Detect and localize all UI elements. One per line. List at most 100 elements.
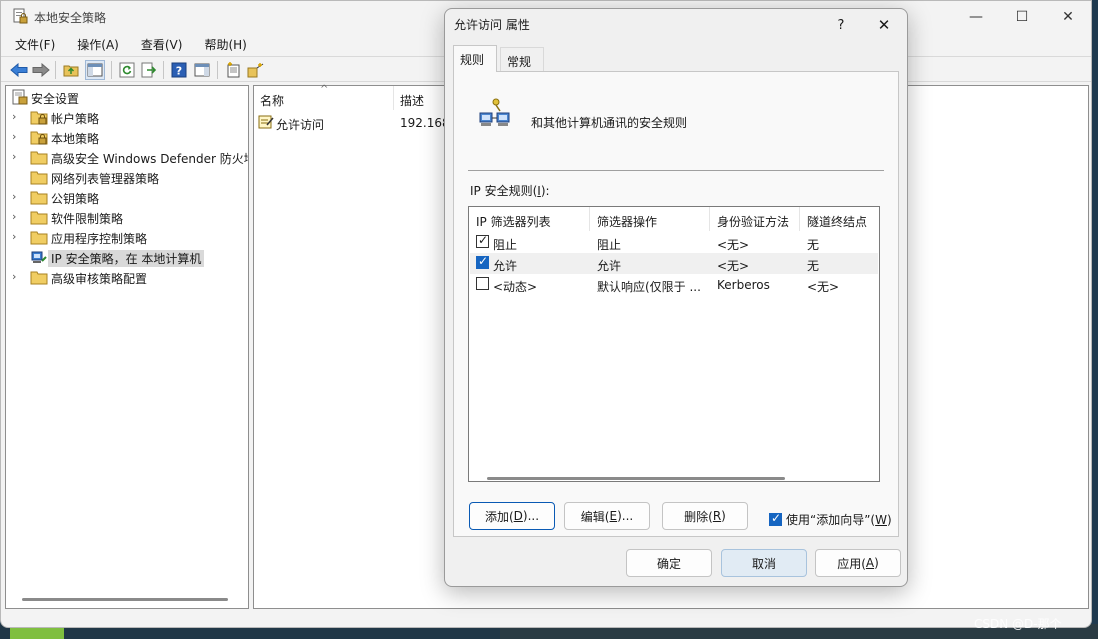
column-header-tunnel-endpoint[interactable]: 隧道终结点 (800, 207, 880, 231)
folder-icon (30, 191, 48, 205)
ip-policy-icon (258, 115, 274, 129)
ip-security-rules-list[interactable]: IP 筛选器列表 筛选器操作 身份验证方法 隧道终结点 阻止阻止<无>无允许允许… (468, 206, 880, 482)
back-arrow-icon (10, 63, 28, 77)
folder-icon (30, 171, 48, 185)
chevron-right-icon[interactable]: › (12, 231, 22, 243)
ok-button[interactable]: 确定 (626, 549, 712, 577)
menu-action[interactable]: 操作(A) (63, 33, 127, 55)
rule-row[interactable]: 允许 允许 <无> 无 (470, 253, 878, 274)
forward-arrow-icon (32, 63, 50, 77)
column-header-filter-action[interactable]: 筛选器操作 (590, 207, 710, 231)
rule-checkbox[interactable] (476, 254, 489, 269)
tree-item[interactable]: › 公钥策略 (6, 187, 248, 207)
rule-cell-filter-list: 允许 (493, 259, 518, 273)
toolbar-separator (55, 61, 56, 79)
maximize-button[interactable]: ☐ (999, 1, 1045, 32)
back-button[interactable] (9, 60, 29, 80)
tree-item-label: 网络列表管理器策略 (51, 172, 160, 186)
menu-file[interactable]: 文件(F) (1, 33, 63, 55)
help-button[interactable]: ? (169, 60, 189, 80)
cancel-button[interactable]: 取消 (721, 549, 807, 577)
apply-button[interactable]: 应用(A) (815, 549, 901, 577)
new-document-icon (227, 62, 240, 78)
tree-item-label: 公钥策略 (51, 192, 100, 206)
tree-item[interactable]: IP 安全策略，在 本地计算机 (6, 247, 248, 267)
tree-item-label: 本地策略 (51, 132, 100, 146)
new-policy-button[interactable] (223, 60, 243, 80)
column-header-filter-list[interactable]: IP 筛选器列表 (469, 207, 590, 231)
policy-description: 192.168 (400, 116, 450, 130)
button-text: 删除( (684, 509, 713, 524)
assign-policy-icon (247, 63, 264, 78)
use-add-wizard-checkbox[interactable]: 使用“添加向导”(W) (769, 510, 892, 528)
column-header-label: 名称 (260, 94, 285, 108)
folder-icon (30, 271, 48, 285)
dialog-title: 允许访问 属性 (454, 18, 530, 32)
rule-row[interactable]: <动态> 默认响应(仅限于 ... Kerberos <无> (470, 274, 878, 295)
window-title: 本地安全策略 (34, 11, 107, 25)
rule-checkbox[interactable] (476, 233, 489, 248)
rule-cell-action: 默认响应(仅限于 ... (597, 280, 701, 294)
tree-item[interactable]: › 本地策略 (6, 127, 248, 147)
export-list-button[interactable] (139, 60, 159, 80)
tree-item-label: 高级安全 Windows Defender 防火墙 (51, 152, 248, 166)
tree-item-security-settings[interactable]: 安全设置 (6, 87, 248, 107)
tab-rules[interactable]: 规则 (453, 45, 497, 72)
ip-security-icon (31, 251, 47, 263)
button-text: 添加( (484, 509, 514, 524)
sort-ascending-icon: ^ (320, 84, 329, 95)
tree-item[interactable]: › 应用程序控制策略 (6, 227, 248, 247)
tree-item-label: 高级审核策略配置 (51, 272, 148, 286)
assign-policy-button[interactable] (246, 60, 266, 80)
rules-description: 和其他计算机通讯的安全规则 (531, 116, 688, 130)
divider (468, 170, 884, 171)
toolbar-separator (111, 61, 112, 79)
column-header-auth-method[interactable]: 身份验证方法 (710, 207, 800, 231)
wizard-checkbox[interactable] (769, 511, 782, 526)
button-text: 应用( (837, 556, 866, 571)
rule-cell-filter-list: 阻止 (493, 238, 518, 252)
horizontal-scrollbar[interactable] (22, 598, 228, 601)
dialog-close-button[interactable]: ✕ (870, 13, 898, 37)
close-button[interactable]: ✕ (1045, 1, 1091, 32)
remove-rule-button[interactable]: 删除(R) (662, 502, 748, 530)
question-icon: ? (837, 17, 845, 33)
security-settings-icon (12, 89, 28, 105)
rule-cell-filter-list: <动态> (493, 280, 538, 294)
horizontal-scrollbar[interactable] (487, 477, 785, 480)
show-hide-tree-button[interactable] (85, 60, 105, 80)
chevron-right-icon[interactable]: › (12, 271, 22, 283)
network-computers-icon (479, 98, 510, 126)
access-key: E (609, 509, 618, 523)
tree-item-label: 软件限制策略 (51, 212, 124, 226)
tree-item[interactable]: 网络列表管理器策略 (6, 167, 248, 187)
tree-item[interactable]: › 帐户策略 (6, 107, 248, 127)
rule-checkbox[interactable] (476, 277, 489, 290)
label-text: IP 安全规则( (470, 184, 538, 198)
tree-item[interactable]: › 高级审核策略配置 (6, 267, 248, 287)
show-action-pane-button[interactable] (192, 60, 212, 80)
edit-rule-button[interactable]: 编辑(E)... (564, 502, 650, 530)
tab-general[interactable]: 常规 (500, 47, 544, 71)
rule-row[interactable]: 阻止 阻止 <无> 无 (470, 232, 878, 253)
column-header-name[interactable]: 名称 ^ (254, 84, 394, 110)
folder-up-icon (63, 65, 79, 77)
menu-help[interactable]: 帮助(H) (190, 33, 254, 55)
chevron-right-icon[interactable]: › (12, 191, 22, 203)
label-text: ): (540, 184, 550, 198)
refresh-button[interactable] (117, 60, 137, 80)
up-level-button[interactable] (61, 60, 81, 80)
tree-item[interactable]: › 软件限制策略 (6, 207, 248, 227)
add-rule-button[interactable]: 添加(D)... (469, 502, 555, 530)
tree-item-label: 帐户策略 (51, 112, 100, 126)
button-text: ) (721, 509, 726, 523)
chevron-right-icon[interactable]: › (12, 151, 22, 163)
chevron-right-icon[interactable]: › (12, 111, 22, 123)
chevron-right-icon[interactable]: › (12, 211, 22, 223)
dialog-help-button[interactable]: ? (829, 13, 853, 37)
minimize-button[interactable]: — (953, 1, 999, 32)
menu-view[interactable]: 查看(V) (127, 33, 191, 55)
forward-button[interactable] (31, 60, 51, 80)
chevron-right-icon[interactable]: › (12, 131, 22, 143)
tree-item[interactable]: › 高级安全 Windows Defender 防火墙 (6, 147, 248, 167)
